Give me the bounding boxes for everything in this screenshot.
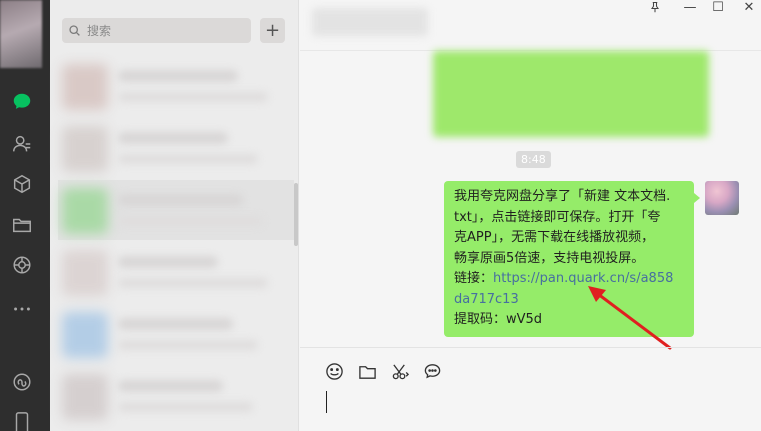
sender-avatar[interactable]: [705, 181, 739, 215]
emoji-icon[interactable]: [323, 360, 345, 382]
blurred-message: [433, 51, 709, 137]
minimize-button[interactable]: —: [680, 0, 700, 15]
chat-title: [312, 8, 428, 36]
list-item[interactable]: [58, 366, 294, 426]
left-nav: [0, 0, 50, 431]
add-button[interactable]: +: [260, 18, 285, 43]
chat-icon[interactable]: [10, 90, 34, 114]
list-item[interactable]: [58, 180, 294, 240]
list-scrollbar[interactable]: [294, 183, 298, 246]
text-cursor[interactable]: [326, 391, 327, 413]
message-line: txt」，点击链接即可保存。打开「夸: [454, 209, 661, 225]
scissors-icon[interactable]: [389, 360, 411, 382]
link-label: 链接：: [454, 271, 494, 286]
phone-icon[interactable]: [10, 410, 34, 431]
input-divider: [300, 347, 761, 348]
maximize-button[interactable]: ☐: [708, 0, 728, 15]
message-line: 我用夸克网盘分享了「新建 文本文档.: [454, 189, 671, 204]
conversation-list: 搜索 +: [50, 0, 299, 431]
red-arrow-icon: [588, 286, 672, 350]
message-timestamp: 8:48: [516, 151, 551, 168]
code-value: wV5d: [506, 312, 543, 327]
moments-icon[interactable]: [10, 253, 34, 277]
pin-icon[interactable]: [645, 0, 665, 14]
search-icon: [69, 25, 80, 36]
list-item[interactable]: [58, 118, 294, 178]
file-icon[interactable]: [356, 360, 378, 382]
chat-bubble-icon[interactable]: [421, 360, 443, 382]
chat-pane: — ☐ ✕ 8:48 我用夸克网盘分享了「新建 文本文档. txt」，点击链接即…: [300, 0, 761, 431]
more-icon[interactable]: [10, 297, 34, 321]
search-placeholder: 搜索: [87, 24, 112, 38]
message-line: 克APP」，无需下载在线播放视频，: [454, 230, 655, 245]
list-item[interactable]: [58, 56, 294, 116]
folder-icon[interactable]: [10, 213, 34, 237]
list-item[interactable]: [58, 304, 294, 364]
message-line: 畅享原画5倍速，支持电视投屏。: [454, 250, 645, 266]
blurred-conversations: [58, 56, 294, 431]
share-link-continued[interactable]: da717c13: [454, 292, 519, 307]
list-item[interactable]: [58, 242, 294, 302]
box-icon[interactable]: [10, 172, 34, 196]
code-label: 提取码：: [454, 312, 507, 327]
close-button[interactable]: ✕: [739, 0, 759, 15]
search-input[interactable]: 搜索: [62, 18, 251, 43]
contacts-icon[interactable]: [10, 132, 34, 156]
user-avatar[interactable]: [0, 0, 42, 68]
miniprogram-icon[interactable]: [10, 370, 34, 394]
